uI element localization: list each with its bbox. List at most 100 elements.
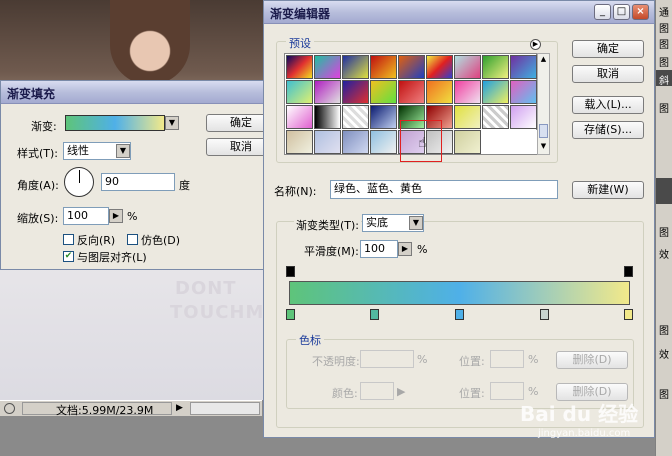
preset-swatch[interactable] — [510, 105, 537, 129]
preset-swatch[interactable] — [286, 55, 313, 79]
preset-swatch[interactable] — [342, 55, 369, 79]
panel-item-1[interactable]: 图 — [659, 20, 669, 35]
dither-label: 仿色(D) — [141, 234, 181, 247]
panel-item-6[interactable]: 图 — [659, 224, 669, 239]
preset-swatch[interactable] — [314, 80, 341, 104]
preset-swatch[interactable] — [482, 80, 509, 104]
scroll-thumb[interactable] — [539, 124, 548, 138]
save-button[interactable]: 存储(S)... — [572, 121, 644, 139]
preset-swatch[interactable] — [482, 55, 509, 79]
dither-checkbox[interactable] — [127, 234, 138, 245]
status-arrow-icon[interactable]: ▶ — [176, 403, 183, 413]
preset-swatch[interactable] — [510, 130, 537, 154]
panel-dark-block — [656, 178, 672, 204]
opacity-stop-right[interactable] — [624, 266, 633, 277]
baidu-url: jingyan.baidu.com — [538, 428, 631, 439]
opacity-location-input[interactable] — [490, 350, 524, 368]
panel-item-3[interactable]: 图 — [659, 54, 669, 69]
preset-swatch[interactable] — [426, 55, 453, 79]
preset-swatch[interactable] — [314, 105, 341, 129]
gradient-editor-window: 渐变编辑器 _ □ × 预设 ▶ ▲ ▼ ☝ 确定 取消 载入(L)... 存储… — [263, 0, 655, 438]
angle-input[interactable]: 90 — [101, 173, 175, 191]
preset-swatch[interactable] — [342, 80, 369, 104]
preset-swatch[interactable] — [314, 130, 341, 154]
presets-label: 预设 — [286, 35, 314, 51]
preset-swatch[interactable] — [454, 130, 481, 154]
scale-slider-arrow[interactable]: ▶ — [109, 209, 123, 223]
color-location-unit: % — [528, 385, 539, 398]
gradient-dropdown[interactable]: ▼ — [165, 116, 179, 130]
panel-item-0[interactable]: 通 — [659, 4, 669, 19]
presets-scrollbar[interactable]: ▲ ▼ — [537, 53, 550, 155]
angle-dial[interactable] — [64, 167, 94, 197]
panel-item-2[interactable]: 图 — [659, 36, 669, 51]
preset-swatch[interactable] — [454, 105, 481, 129]
preset-swatch[interactable] — [342, 130, 369, 154]
opacity-unit: % — [417, 353, 428, 366]
minimize-button[interactable]: _ — [594, 4, 611, 20]
scroll-down-icon[interactable]: ▼ — [539, 142, 548, 153]
panel-item-7[interactable]: 效 — [659, 246, 669, 261]
panel-item-9[interactable]: 效 — [659, 346, 669, 361]
reverse-checkbox[interactable] — [63, 234, 74, 245]
color-dropdown-icon[interactable]: ▶ — [397, 385, 405, 398]
panel-item-10[interactable]: 图 — [659, 386, 669, 401]
name-input[interactable]: 绿色、蓝色、黄色 — [330, 180, 558, 199]
style-dropdown-icon[interactable]: ▼ — [116, 144, 130, 158]
color-stop-blue[interactable] — [455, 309, 464, 320]
preset-swatch[interactable] — [370, 130, 397, 154]
load-button[interactable]: 载入(L)... — [572, 96, 644, 114]
editor-titlebar[interactable]: 渐变编辑器 _ □ × — [264, 1, 654, 24]
editor-cancel-button[interactable]: 取消 — [572, 65, 644, 83]
panel-item-4[interactable]: 图 — [659, 100, 669, 115]
preset-swatch[interactable] — [510, 55, 537, 79]
opacity-input[interactable] — [360, 350, 414, 368]
preset-swatch[interactable] — [286, 130, 313, 154]
close-button[interactable]: × — [632, 4, 649, 20]
new-button[interactable]: 新建(W) — [572, 181, 644, 199]
preset-swatch[interactable] — [314, 55, 341, 79]
delete-opacity-button[interactable]: 删除(D) — [556, 351, 628, 369]
preset-swatch[interactable] — [426, 80, 453, 104]
type-dropdown-icon[interactable]: ▼ — [409, 216, 423, 230]
preset-swatch[interactable] — [482, 130, 509, 154]
preset-swatch[interactable] — [342, 105, 369, 129]
layers-panel-strip: 通 图 图 图 斜 图 图 效 图 效 图 — [655, 0, 672, 456]
preset-swatch[interactable] — [286, 105, 313, 129]
panel-item-5[interactable]: 斜 — [659, 72, 669, 87]
baidu-watermark: Bai du 经验 — [520, 402, 639, 426]
preset-swatch[interactable] — [398, 55, 425, 79]
preset-swatch[interactable] — [398, 80, 425, 104]
preset-swatch[interactable] — [370, 80, 397, 104]
editor-title: 渐变编辑器 — [270, 7, 331, 21]
preset-swatch[interactable] — [454, 80, 481, 104]
preset-swatch[interactable] — [482, 105, 509, 129]
type-label: 渐变类型(T): — [294, 217, 362, 233]
zoom-icon[interactable] — [4, 403, 15, 414]
panel-item-8[interactable]: 图 — [659, 322, 669, 337]
color-stop-light[interactable] — [540, 309, 549, 320]
photo-face — [110, 0, 190, 85]
preset-swatch[interactable] — [370, 105, 397, 129]
gradient-preview[interactable] — [65, 115, 165, 131]
scale-input[interactable]: 100 — [63, 207, 109, 225]
opacity-stop-left[interactable] — [286, 266, 295, 277]
smooth-input[interactable]: 100 — [360, 240, 398, 258]
preset-swatch[interactable] — [370, 55, 397, 79]
editor-ok-button[interactable]: 确定 — [572, 40, 644, 58]
gradient-bar[interactable] — [289, 281, 630, 305]
fill-dialog-titlebar[interactable]: 渐变填充 — [1, 81, 277, 104]
presets-menu-icon[interactable]: ▶ — [530, 39, 541, 50]
color-stop-green[interactable] — [286, 309, 295, 320]
color-swatch-input[interactable] — [360, 382, 394, 400]
preset-swatch[interactable] — [286, 80, 313, 104]
maximize-button[interactable]: □ — [613, 4, 630, 20]
color-stop-teal[interactable] — [370, 309, 379, 320]
smooth-slider-arrow[interactable]: ▶ — [398, 242, 412, 256]
preset-swatch[interactable] — [510, 80, 537, 104]
color-stop-yellow[interactable] — [624, 309, 633, 320]
color-location-input[interactable] — [490, 382, 524, 400]
scroll-up-icon[interactable]: ▲ — [539, 55, 548, 66]
preset-swatch[interactable] — [454, 55, 481, 79]
align-checkbox[interactable]: ✔ — [63, 251, 74, 262]
